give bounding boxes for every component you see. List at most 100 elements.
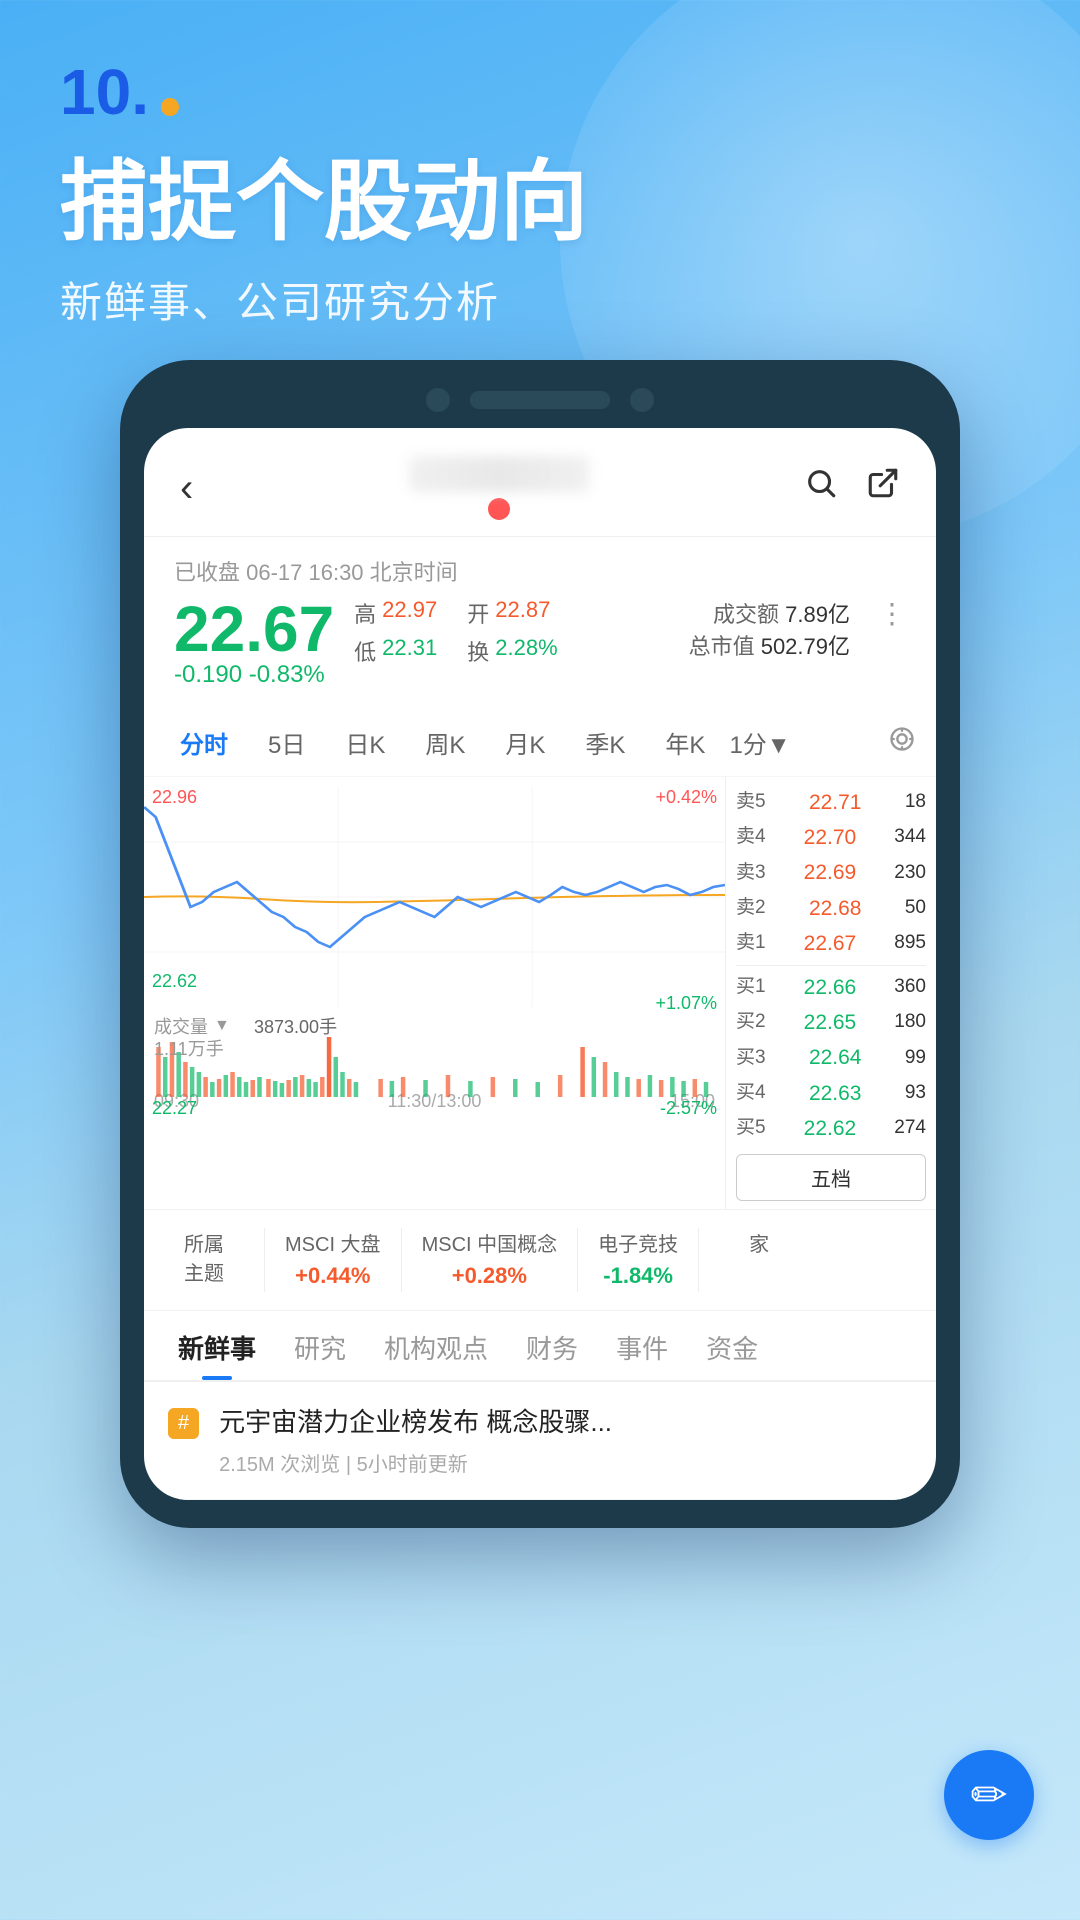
low-value: 22.31	[382, 635, 437, 667]
brand-section: 10. 捕捉个股动向 新鲜事、公司研究分析	[0, 0, 1080, 330]
price-chart	[144, 787, 725, 1007]
chart-high-price: 22.96	[152, 787, 197, 808]
news-content: 元宇宙潜力企业榜发布 概念股骤... 2.15M 次浏览 | 5小时前更新	[219, 1404, 912, 1477]
amount-label-val: 成交额 7.89亿	[689, 597, 850, 629]
open-label-val: 开 22.87	[467, 597, 550, 629]
open-value: 22.87	[495, 597, 550, 629]
stock-info-area: 已收盘 06-17 16:30 北京时间 22.67 -0.190 -0.83%…	[144, 537, 936, 709]
open-label: 开	[467, 597, 489, 629]
high-label: 高	[354, 597, 376, 629]
order-book: 卖5 22.71 18 卖4 22.70 344 卖3 22.69 230	[726, 777, 936, 1209]
stock-price: 22.67	[174, 597, 334, 661]
turnover-label: 换	[467, 635, 489, 667]
phone-mockup: ‹	[120, 360, 960, 1528]
buy-3-row: 买3 22.64 99	[736, 1040, 926, 1075]
stock-name-blurred	[409, 456, 589, 492]
theme-item-home[interactable]: 家	[719, 1228, 799, 1292]
turnover-label-val: 换 2.28%	[467, 635, 557, 667]
price-change-value: -0.190 -0.83%	[174, 661, 325, 689]
tab-institutional-view[interactable]: 机构观点	[370, 1311, 502, 1380]
tagline-sub: 新鲜事、公司研究分析	[60, 269, 1020, 330]
tab-events[interactable]: 事件	[602, 1311, 682, 1380]
msci-large-change: +0.44%	[295, 1263, 370, 1289]
theme-item-main[interactable]: 所属 主题	[164, 1228, 244, 1292]
news-item[interactable]: # 元宇宙潜力企业榜发布 概念股骤... 2.15M 次浏览 | 5小时前更新	[144, 1382, 936, 1500]
front-sensor	[630, 388, 654, 412]
vol-value: 3873.00手	[254, 1013, 337, 1039]
screen-header: ‹	[144, 428, 936, 537]
phone-speaker	[470, 391, 610, 409]
tab-monthk[interactable]: 月K	[489, 719, 561, 766]
content-tabs: 新鲜事 研究 机构观点 财务 事件 资金	[144, 1311, 936, 1382]
tab-fresh-news[interactable]: 新鲜事	[164, 1311, 270, 1380]
news-tag: #	[168, 1408, 199, 1439]
chart-main-area: 22.96 22.62 22.27 +0.42% +1.07% -2.57%	[144, 777, 936, 1210]
tab-5day[interactable]: 5日	[252, 719, 321, 766]
chart-low-pct: -2.57%	[660, 1098, 717, 1119]
search-icon[interactable]	[804, 466, 838, 510]
chart-interval-selector[interactable]: 1分▼	[729, 725, 790, 760]
buy-5-row: 买5 22.62 274	[736, 1111, 926, 1146]
tab-minute[interactable]: 分时	[164, 719, 244, 766]
order-divider	[736, 965, 926, 966]
live-indicator	[488, 498, 510, 520]
theme-item-msci-large[interactable]: MSCI 大盘 +0.44%	[285, 1228, 381, 1292]
high-open-row: 高 22.97 开 22.87	[354, 597, 668, 629]
sell-5-row: 卖5 22.71 18	[736, 785, 926, 820]
tab-research[interactable]: 研究	[280, 1311, 360, 1380]
tab-capital[interactable]: 资金	[692, 1311, 772, 1380]
phone-outer: ‹	[120, 360, 960, 1528]
buy-4-row: 买4 22.63 93	[736, 1076, 926, 1111]
phone-top-bar	[144, 388, 936, 412]
chart-mid-price: 22.62	[152, 971, 197, 992]
front-camera	[426, 388, 450, 412]
market-vol-area: 成交额 7.89亿 总市值 502.79亿	[689, 597, 850, 661]
news-meta: 2.15M 次浏览 | 5小时前更新	[219, 1448, 912, 1477]
tab-weekk[interactable]: 周K	[409, 719, 481, 766]
sell-2-row: 卖2 22.68 50	[736, 891, 926, 926]
high-value: 22.97	[382, 597, 437, 629]
fab-write-button[interactable]: ✏	[944, 1750, 1034, 1840]
vol-dropdown-icon[interactable]: ▼	[214, 1017, 230, 1035]
market-cap-label-val: 总市值 502.79亿	[689, 629, 850, 661]
msci-china-change: +0.28%	[452, 1263, 527, 1289]
more-options-icon[interactable]: ⋮	[878, 597, 906, 630]
target-icon[interactable]	[888, 725, 916, 761]
price-details: 高 22.97 开 22.87 低 22.31	[354, 597, 668, 667]
theme-item-msci-china[interactable]: MSCI 中国概念 +0.28%	[422, 1228, 558, 1292]
high-label-val: 高 22.97	[354, 597, 437, 629]
tab-seasonk[interactable]: 季K	[569, 719, 641, 766]
chart-tabs: 分时 5日 日K 周K 月K 季K 年K 1分▼	[144, 709, 936, 777]
buy-2-row: 买2 22.65 180	[736, 1005, 926, 1040]
theme-divider-2	[401, 1228, 402, 1292]
back-button[interactable]: ‹	[180, 466, 193, 511]
chart-low-price: 22.27	[152, 1098, 197, 1119]
theme-divider-4	[698, 1228, 699, 1292]
theme-divider-1	[264, 1228, 265, 1292]
low-label: 低	[354, 635, 376, 667]
header-title-area	[409, 456, 589, 520]
tab-dayk[interactable]: 日K	[329, 719, 401, 766]
tab-yeark[interactable]: 年K	[649, 719, 721, 766]
tab-finance[interactable]: 财务	[512, 1311, 592, 1380]
sell-4-row: 卖4 22.70 344	[736, 820, 926, 855]
theme-item-esports[interactable]: 电子竞技 -1.84%	[598, 1228, 678, 1292]
theme-section: 所属 主题 MSCI 大盘 +0.44% MSCI 中国概念 +0.28% 电子…	[144, 1210, 936, 1311]
tagline-main: 捕捉个股动向	[60, 154, 1020, 251]
header-icons	[804, 466, 900, 510]
app-logo: 10.	[60, 60, 1020, 124]
market-status: 已收盘 06-17 16:30 北京时间	[174, 555, 906, 587]
price-change: -0.190 -0.83%	[174, 661, 334, 689]
low-turnover-row: 低 22.31 换 2.28%	[354, 635, 668, 667]
chart-high-pct: +0.42%	[655, 787, 717, 808]
turnover-value: 2.28%	[495, 635, 557, 667]
esports-change: -1.84%	[603, 1263, 673, 1289]
write-icon: ✏	[971, 1770, 1008, 1821]
buy-1-row: 买1 22.66 360	[736, 970, 926, 1005]
phone-screen: ‹	[144, 428, 936, 1500]
logo-number: 10.	[60, 60, 149, 124]
sell-3-row: 卖3 22.69 230	[736, 855, 926, 890]
vol-subvalue: 1.11万手	[154, 1035, 224, 1061]
share-icon[interactable]	[866, 466, 900, 510]
five-stalls-button[interactable]: 五档	[736, 1154, 926, 1201]
